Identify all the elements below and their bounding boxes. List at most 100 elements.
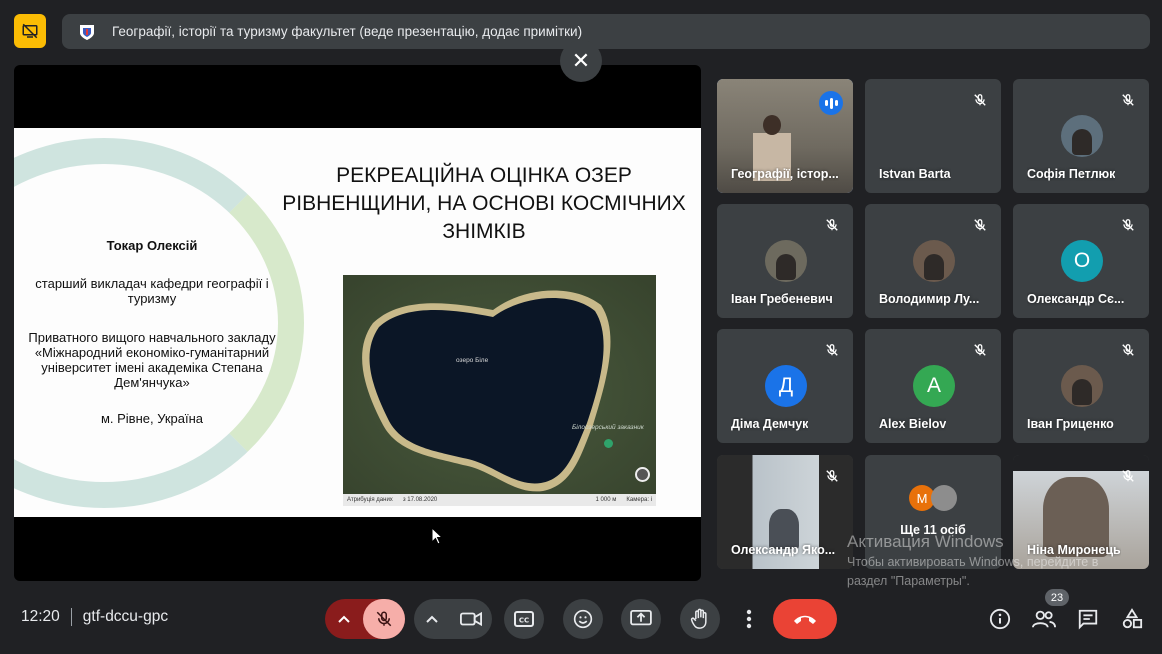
map-footer: Атрибуція даних з 17.08.2020 1 000 м Кам… [343,494,656,506]
reactions-button[interactable] [563,599,603,639]
participant-name: Alex Bielov [879,417,947,431]
close-icon: ✕ [571,48,591,73]
participant-tile[interactable]: Володимир Лу... [865,204,1001,318]
leave-call-button[interactable] [773,599,837,639]
presentation-slide: РЕКРЕАЦІЙНА ОЦІНКА ОЗЕР РІВНЕНЩИНИ, НА О… [14,128,701,517]
video-camera-icon [460,611,482,627]
microphone-off-icon [973,93,987,107]
participant-name: Діма Демчук [731,417,809,431]
participant-avatar [765,240,807,282]
divider [70,608,72,626]
participant-tile[interactable]: Іван Гребеневич [717,204,853,318]
participant-avatar [931,485,957,511]
microphone-off-icon [973,218,987,232]
decorative-ring [14,138,304,508]
participant-name: Олександр Сє... [1027,292,1125,306]
present-screen-button[interactable] [621,599,661,639]
raise-hand-button[interactable] [680,599,720,639]
video-options-button[interactable] [414,615,450,623]
meeting-code: gtf-dccu-gpc [82,608,169,625]
captions-button[interactable]: CC [504,599,544,639]
slide-author-position: старший викладач кафедри географії і тур… [35,276,269,306]
people-icon [1032,610,1056,628]
participant-name: Географії, істор... [731,167,839,181]
participant-avatar: А [913,365,955,407]
participant-name: Володимир Лу... [879,292,980,306]
close-presentation-button[interactable]: ✕ [560,40,602,82]
microphone-off-icon [1121,343,1135,357]
stop-presenting-icon[interactable] [14,14,46,48]
microphone-off-icon [1121,469,1135,483]
map-pin-icon [604,439,613,448]
camera-control [414,599,492,639]
participant-tile[interactable]: M Ще 11 осіб [865,455,1001,569]
slide-title: РЕКРЕАЦІЙНА ОЦІНКА ОЗЕР РІВНЕНЩИНИ, НА О… [282,164,686,243]
university-logo-icon [78,23,96,41]
more-vertical-icon [746,609,752,629]
microphone-off-icon [825,218,839,232]
participant-avatar: О [1061,240,1103,282]
meeting-time: 12:20 [21,608,60,625]
map-scale: 1 000 м [595,497,617,503]
slide-author: Токар Олексій [106,238,198,253]
lake-label: озеро Біле [456,357,489,364]
chat-icon [1078,609,1098,630]
audio-options-button[interactable] [325,615,363,623]
map-attribution: Атрибуція даних [347,497,393,503]
participant-name: Іван Гребеневич [731,292,833,306]
info-icon [989,608,1011,630]
chat-button[interactable] [1075,606,1101,632]
avatar-silhouette [776,254,796,280]
meeting-info: 12:20 gtf-dccu-gpc [21,608,168,626]
avatar-silhouette [1072,129,1092,155]
more-participants-label: Ще 11 осіб [900,523,966,537]
participant-tile[interactable]: О Олександр Сє... [1013,204,1149,318]
participant-tile[interactable]: Географії, істор... [717,79,853,193]
reserve-label: Білоозерський заказник [572,424,644,431]
participant-name: Istvan Barta [879,167,951,181]
microphone-off-icon [973,343,987,357]
participant-avatar [1061,115,1103,157]
microphone-off-icon [825,343,839,357]
avatar-silhouette [924,254,944,280]
participant-avatar [1061,365,1103,407]
participant-tile[interactable]: Istvan Barta [865,79,1001,193]
participant-tile[interactable]: Ніна Миронець [1013,455,1149,569]
video-feed-person [763,115,781,135]
participant-avatar: Д [765,365,807,407]
hand-icon [690,608,707,629]
presentation-banner: Географії, історії та туризму факультет … [62,14,1150,49]
more-participants-avatars: M [909,485,957,511]
participants-button[interactable] [1031,606,1057,632]
speaking-indicator-icon [819,91,843,115]
map-camera: Камера: і [626,497,652,503]
participant-name: Олександр Яко... [731,543,836,557]
present-screen-icon [630,610,652,626]
microphone-toggle-button[interactable] [363,599,405,639]
closed-captions-icon: CC [514,611,534,627]
participant-name: Софія Петлюк [1027,167,1116,181]
participant-tile[interactable]: Олександр Яко... [717,455,853,569]
meeting-details-button[interactable] [987,606,1013,632]
participant-count-badge: 23 [1045,589,1069,606]
camera-toggle-button[interactable] [450,611,492,627]
participant-name: Іван Гриценко [1027,417,1114,431]
avatar-silhouette [1072,379,1092,405]
mouse-cursor-icon [431,527,443,545]
activities-button[interactable] [1119,606,1145,632]
participant-tile[interactable]: Д Діма Демчук [717,329,853,443]
more-options-button[interactable] [729,599,769,639]
svg-text:CC: CC [519,617,529,625]
participant-name: Ніна Миронець [1027,543,1121,557]
participant-tile[interactable]: Софія Петлюк [1013,79,1149,193]
chevron-up-icon [338,615,350,623]
presentation-stage: РЕКРЕАЦІЙНА ОЦІНКА ОЗЕР РІВНЕНЩИНИ, НА О… [14,65,701,581]
hang-up-icon [794,615,816,624]
participant-tile[interactable]: А Alex Bielov [865,329,1001,443]
participant-avatar [913,240,955,282]
slide-institution: Приватного вищого навчального закладу «М… [28,330,276,390]
watermark-line2: раздел "Параметры". [847,574,970,588]
satellite-image: озеро Біле Білоозерський заказник Атрибу… [343,275,656,506]
participant-tile[interactable]: Іван Гриценко [1013,329,1149,443]
microphone-off-icon [376,611,392,627]
